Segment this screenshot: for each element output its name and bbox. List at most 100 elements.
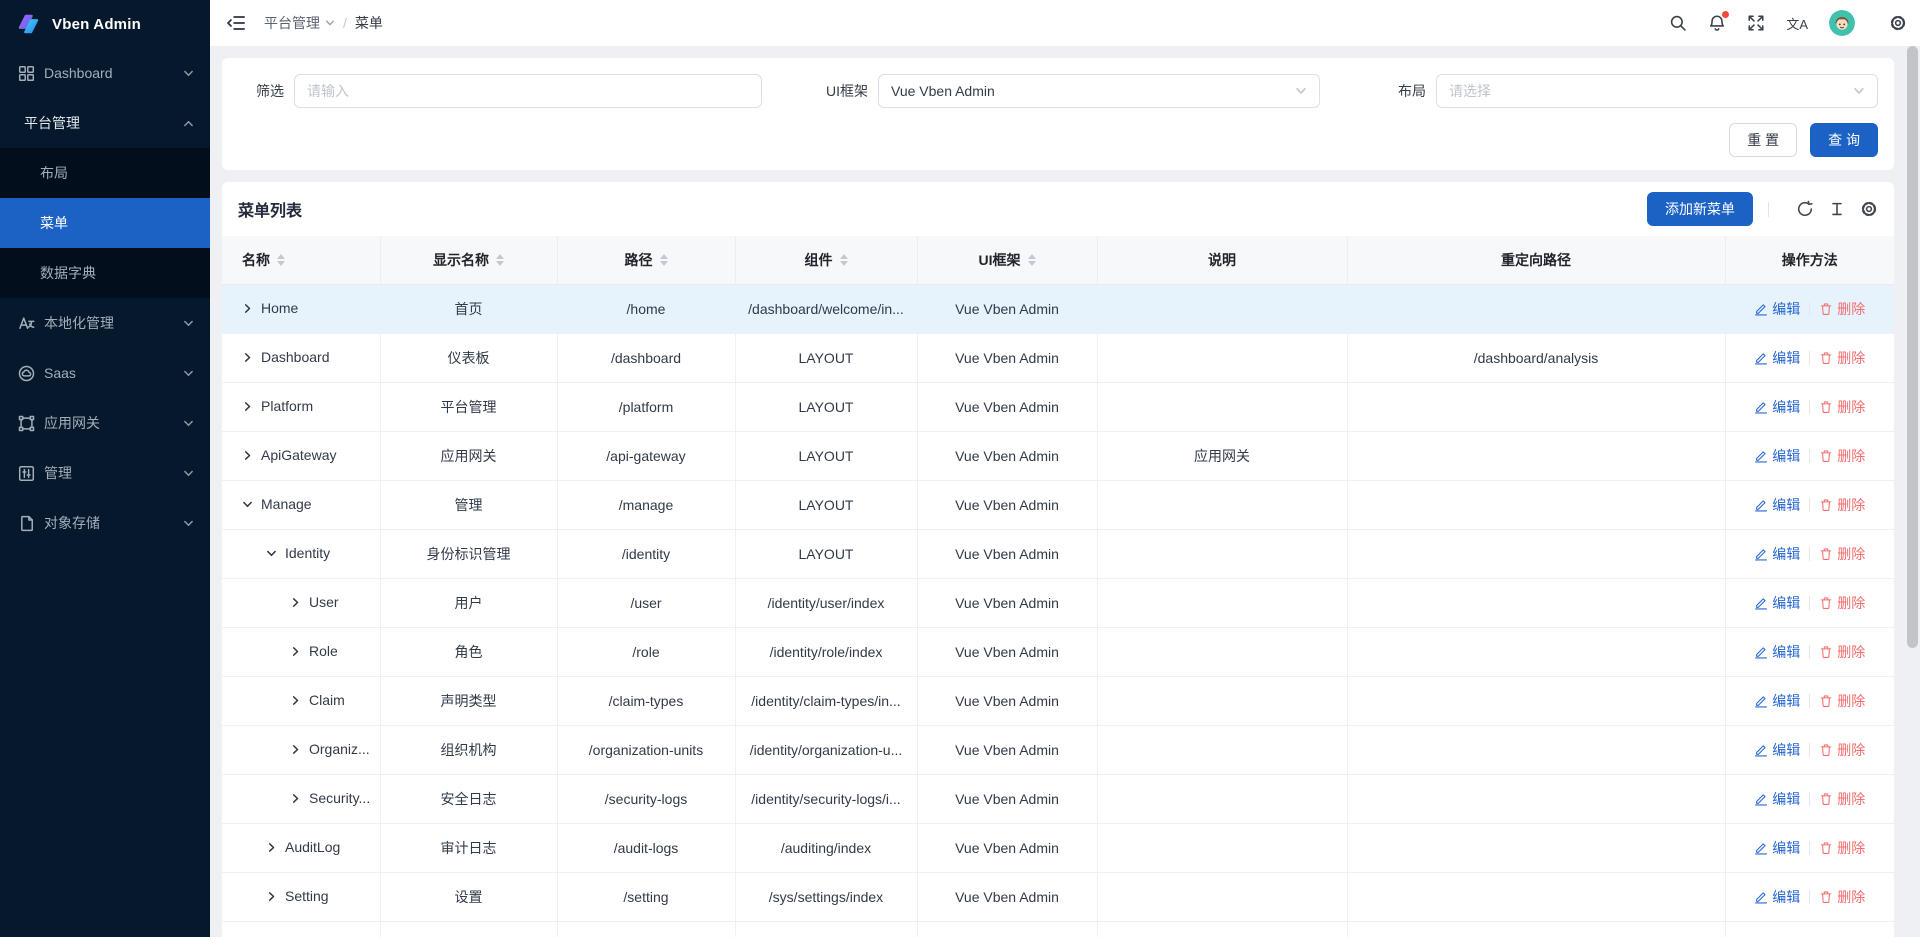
sidebar-item-平台管理[interactable]: 平台管理 <box>0 98 210 148</box>
edit-button[interactable]: 编辑 <box>1754 446 1800 466</box>
collapse-row-icon[interactable] <box>266 548 277 559</box>
delete-button[interactable]: 删除 <box>1819 740 1865 760</box>
scrollbar-track[interactable] <box>1907 46 1918 937</box>
sidebar-item-管理[interactable]: 管理 <box>0 448 210 498</box>
breadcrumb-item-platform[interactable]: 平台管理 <box>264 13 335 33</box>
sort-carets-icon[interactable] <box>660 254 668 266</box>
delete-button[interactable]: 删除 <box>1819 495 1865 515</box>
expand-row-icon[interactable] <box>242 450 253 461</box>
sidebar-collapse-icon[interactable] <box>226 13 246 33</box>
sidebar-subitem-菜单[interactable]: 菜单 <box>0 198 210 248</box>
delete-button[interactable]: 删除 <box>1819 544 1865 564</box>
sort-carets-icon[interactable] <box>840 254 848 266</box>
delete-button[interactable]: 删除 <box>1819 789 1865 809</box>
edit-button[interactable]: 编辑 <box>1754 299 1800 319</box>
sidebar-item-label: Dashboard <box>44 65 183 81</box>
expand-row-icon[interactable] <box>290 695 301 706</box>
delete-button[interactable]: 删除 <box>1819 642 1865 662</box>
column-settings-gear-icon[interactable] <box>1860 200 1878 218</box>
edit-label: 编辑 <box>1772 544 1800 564</box>
column-header-显示名称[interactable]: 显示名称 <box>380 236 557 284</box>
edit-button[interactable]: 编辑 <box>1754 887 1800 907</box>
action-divider <box>1809 400 1810 414</box>
edit-button[interactable]: 编辑 <box>1754 838 1800 858</box>
column-label: 名称 <box>242 250 270 270</box>
expand-row-icon[interactable] <box>266 891 277 902</box>
expand-row-icon[interactable] <box>290 597 301 608</box>
sort-carets-icon[interactable] <box>1028 254 1036 266</box>
edit-label: 编辑 <box>1772 740 1800 760</box>
settings-gear-icon[interactable] <box>1889 14 1907 32</box>
refresh-icon[interactable] <box>1796 200 1814 218</box>
sidebar-item-Saas[interactable]: Saas <box>0 348 210 398</box>
action-divider <box>1809 498 1810 512</box>
search-button[interactable]: 查 询 <box>1810 123 1878 157</box>
scrollbar-thumb[interactable] <box>1907 46 1918 648</box>
sidebar-item-Dashboard[interactable]: Dashboard <box>0 48 210 98</box>
language-icon[interactable]: 文A <box>1786 14 1808 33</box>
column-header-UI框架[interactable]: UI框架 <box>917 236 1097 284</box>
expand-row-icon[interactable] <box>242 401 253 412</box>
add-menu-button[interactable]: 添加新菜单 <box>1647 192 1753 226</box>
delete-button[interactable]: 删除 <box>1819 691 1865 711</box>
expand-row-icon[interactable] <box>242 303 253 314</box>
reset-button[interactable]: 重 置 <box>1729 123 1797 157</box>
cell-path: /identity <box>557 529 735 578</box>
cell-redirect <box>1347 382 1725 431</box>
sidebar-item-本地化管理[interactable]: 本地化管理 <box>0 298 210 348</box>
avatar[interactable] <box>1829 10 1855 36</box>
cell-description <box>1097 480 1347 529</box>
edit-button[interactable]: 编辑 <box>1754 789 1800 809</box>
sidebar-subitem-数据字典[interactable]: 数据字典 <box>0 248 210 298</box>
expand-row-icon[interactable] <box>290 744 301 755</box>
ui-framework-select[interactable]: Vue Vben Admin <box>878 74 1320 108</box>
sidebar-item-应用网关[interactable]: 应用网关 <box>0 398 210 448</box>
delete-label: 删除 <box>1837 495 1865 515</box>
edit-button[interactable]: 编辑 <box>1754 397 1800 417</box>
fullscreen-icon[interactable] <box>1747 14 1765 32</box>
delete-button[interactable]: 删除 <box>1819 446 1865 466</box>
collapse-row-icon[interactable] <box>242 499 253 510</box>
edit-button[interactable]: 编辑 <box>1754 593 1800 613</box>
row-height-icon[interactable] <box>1828 200 1846 218</box>
edit-button[interactable]: 编辑 <box>1754 348 1800 368</box>
column-label: 操作方法 <box>1782 250 1838 270</box>
column-header-名称[interactable]: 名称 <box>222 236 380 284</box>
sort-carets-icon[interactable] <box>496 254 504 266</box>
delete-label: 删除 <box>1837 348 1865 368</box>
column-header-组件[interactable]: 组件 <box>735 236 917 284</box>
layout-select[interactable]: 请选择 <box>1436 74 1878 108</box>
cell-display-name: 声明类型 <box>380 676 557 725</box>
chevron-down-icon <box>1853 85 1865 97</box>
sidebar-item-对象存储[interactable]: 对象存储 <box>0 498 210 548</box>
delete-button[interactable]: 删除 <box>1819 593 1865 613</box>
search-icon[interactable] <box>1669 14 1687 32</box>
delete-button[interactable]: 删除 <box>1819 397 1865 417</box>
edit-button[interactable]: 编辑 <box>1754 544 1800 564</box>
expand-row-icon[interactable] <box>290 793 301 804</box>
filter-input[interactable] <box>307 83 749 99</box>
delete-button[interactable]: 删除 <box>1819 299 1865 319</box>
delete-button[interactable]: 删除 <box>1819 838 1865 858</box>
delete-button[interactable]: 删除 <box>1819 887 1865 907</box>
cell-display-name: 审计日志 <box>380 823 557 872</box>
logo[interactable]: Vben Admin <box>0 0 210 48</box>
page-content: 筛选 UI框架 Vue Vben Admin 布局 <box>210 46 1920 937</box>
edit-button[interactable]: 编辑 <box>1754 691 1800 711</box>
column-header-路径[interactable]: 路径 <box>557 236 735 284</box>
edit-button[interactable]: 编辑 <box>1754 642 1800 662</box>
notification-bell-icon[interactable] <box>1708 14 1726 32</box>
cell-component: /dashboard/welcome/in... <box>735 284 917 333</box>
sidebar-item-label: 应用网关 <box>44 413 183 433</box>
expand-row-icon[interactable] <box>242 352 253 363</box>
cell-description <box>1097 529 1347 578</box>
sort-carets-icon[interactable] <box>277 254 285 266</box>
edit-button[interactable]: 编辑 <box>1754 495 1800 515</box>
cell-redirect <box>1347 627 1725 676</box>
sidebar-subitem-布局[interactable]: 布局 <box>0 148 210 198</box>
delete-button[interactable]: 删除 <box>1819 348 1865 368</box>
expand-row-icon[interactable] <box>290 646 301 657</box>
edit-button[interactable]: 编辑 <box>1754 740 1800 760</box>
expand-row-icon[interactable] <box>266 842 277 853</box>
sidebar-subitem-label: 菜单 <box>40 213 68 233</box>
